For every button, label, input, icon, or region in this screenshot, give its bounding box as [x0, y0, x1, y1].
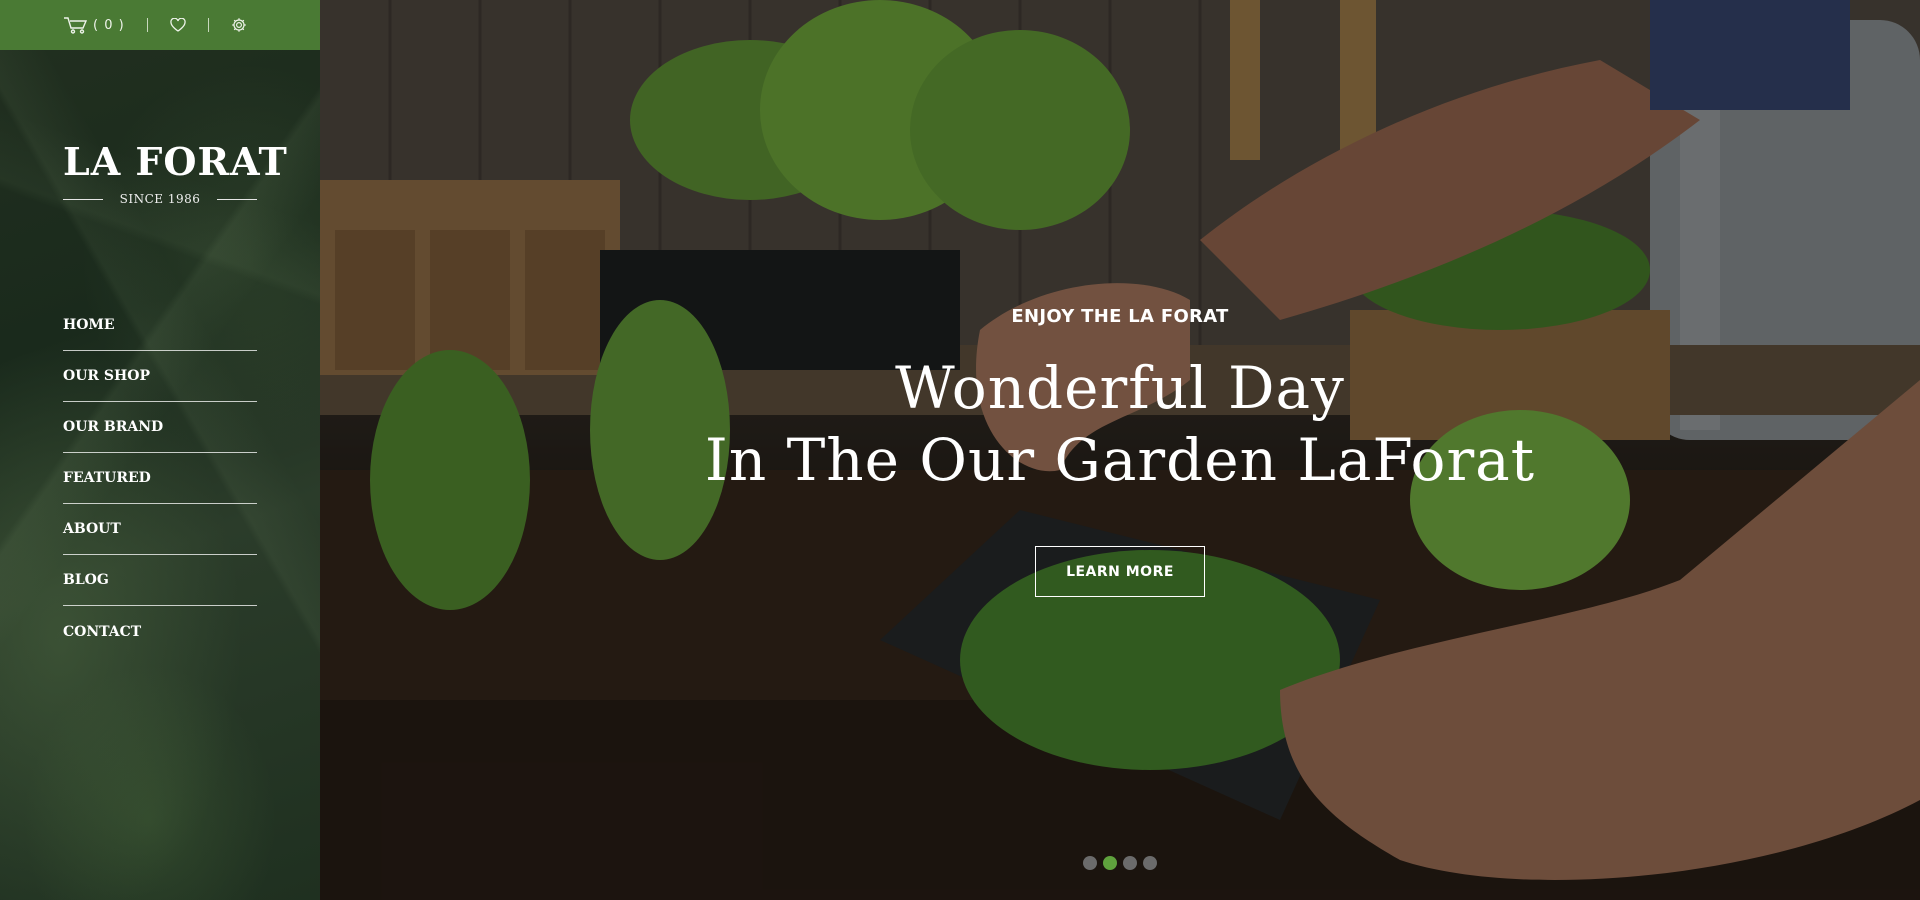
- divider: [207, 18, 209, 32]
- cart-icon: [63, 16, 89, 34]
- nav-item-featured[interactable]: FEATURED: [63, 453, 257, 504]
- wishlist-button[interactable]: [170, 18, 186, 32]
- nav-item-our-brand[interactable]: OUR BRAND: [63, 402, 257, 453]
- divider: [63, 198, 103, 200]
- slide-dot-3[interactable]: [1123, 856, 1137, 870]
- sidebar: ( 0 ) LA FORAT SINCE 1986 HOME OUR SHOP …: [0, 0, 320, 900]
- slide-dot-1[interactable]: [1083, 856, 1097, 870]
- brand-name: LA FORAT: [63, 139, 288, 184]
- nav-item-contact[interactable]: CONTACT: [63, 606, 257, 657]
- hero-eyebrow: ENJOY THE LA FORAT: [1011, 306, 1229, 327]
- cart-count: ( 0 ): [93, 17, 125, 33]
- divider: [146, 18, 148, 32]
- hero-headline-line1: Wonderful Day: [895, 354, 1345, 422]
- slider-pagination: [1083, 856, 1157, 870]
- hero-slider: ENJOY THE LA FORAT Wonderful Day In The …: [320, 0, 1920, 900]
- nav-item-home[interactable]: HOME: [63, 300, 257, 351]
- main-nav: HOME OUR SHOP OUR BRAND FEATURED ABOUT B…: [63, 300, 257, 657]
- nav-item-about[interactable]: ABOUT: [63, 504, 257, 555]
- nav-item-our-shop[interactable]: OUR SHOP: [63, 351, 257, 402]
- settings-button[interactable]: [231, 17, 247, 33]
- learn-more-button[interactable]: LEARN MORE: [1035, 546, 1205, 597]
- brand-since-row: SINCE 1986: [63, 192, 257, 206]
- slide-dot-2[interactable]: [1103, 856, 1117, 870]
- hero-headline: Wonderful Day In The Our Garden LaForat: [320, 352, 1920, 496]
- top-utility-bar: ( 0 ): [0, 0, 320, 50]
- nav-item-blog[interactable]: BLOG: [63, 555, 257, 606]
- brand-since: SINCE 1986: [119, 192, 201, 206]
- divider: [216, 198, 257, 200]
- cart-button[interactable]: ( 0 ): [63, 16, 125, 34]
- heart-icon: [170, 18, 186, 32]
- slide-dot-4[interactable]: [1143, 856, 1157, 870]
- hero-headline-line2: In The Our Garden LaForat: [704, 426, 1536, 494]
- brand-logo[interactable]: LA FORAT SINCE 1986: [63, 139, 288, 206]
- gear-icon: [231, 17, 247, 33]
